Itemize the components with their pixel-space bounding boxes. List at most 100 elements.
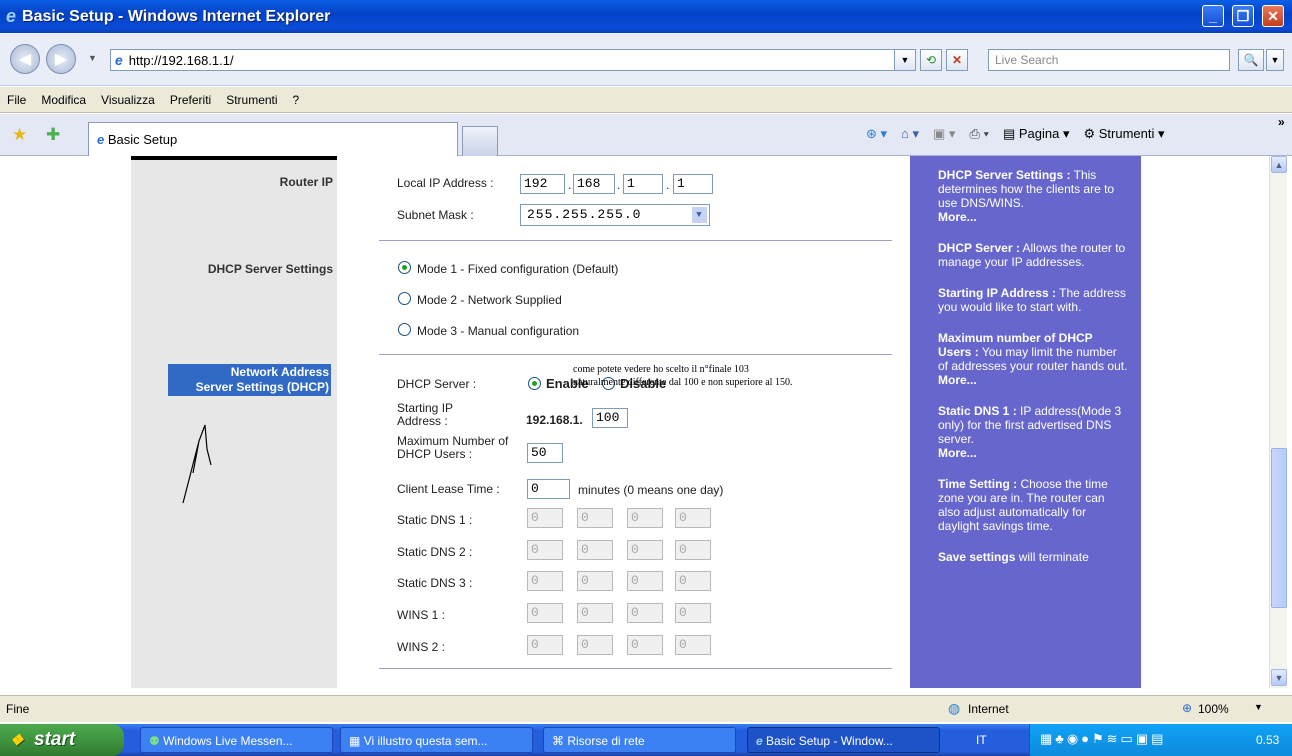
start-label: start <box>34 729 76 750</box>
history-dropdown-icon[interactable]: ▼ <box>88 53 97 63</box>
mode-2-label: Mode 2 - Network Supplied <box>417 293 562 307</box>
language-indicator[interactable]: IT <box>976 733 987 747</box>
search-input[interactable]: Live Search <box>988 49 1230 71</box>
lease-time-input[interactable]: 0 <box>527 479 570 499</box>
ip-dot: . <box>568 178 572 192</box>
wins-2-octet[interactable]: 0 <box>627 635 663 655</box>
taskbar-button-ie[interactable]: e Basic Setup - Window... <box>747 727 940 753</box>
static-dns-3-octet[interactable]: 0 <box>577 571 613 591</box>
mode-3-label: Mode 3 - Manual configuration <box>417 324 580 338</box>
zoom-level[interactable]: 100% <box>1198 702 1229 716</box>
menu-preferiti[interactable]: Preferiti <box>170 93 211 107</box>
subnet-mask-select[interactable]: 255.255.255.0 ▼ <box>520 204 710 226</box>
static-dns-2-octet[interactable]: 0 <box>577 540 613 560</box>
add-favorites-icon[interactable]: ✚ <box>46 125 60 145</box>
ip-dot: . <box>666 178 670 192</box>
wins-1-octet[interactable]: 0 <box>675 603 711 623</box>
menu-file[interactable]: File <box>7 93 26 107</box>
help-title: Time Setting : <box>938 477 1018 491</box>
taskbar: ❖ start ⚉ Windows Live Messen... ▦ Vi il… <box>0 724 1292 756</box>
local-ip-octet-1[interactable]: 192 <box>520 174 565 194</box>
static-dns-2-octet[interactable]: 0 <box>675 540 711 560</box>
help-dhcp-settings: DHCP Server Settings : This determines h… <box>938 168 1129 224</box>
local-ip-octet-2[interactable]: 168 <box>573 174 615 194</box>
zone-text: Internet <box>968 702 1009 716</box>
ip-dot: . <box>617 178 621 192</box>
menu-strumenti[interactable]: Strumenti <box>226 93 277 107</box>
forward-button[interactable]: ▶ <box>46 44 76 74</box>
minimize-button[interactable]: _ <box>1202 5 1224 27</box>
scroll-down-button[interactable]: ▼ <box>1271 669 1287 686</box>
chevron-right-icon[interactable]: » <box>1278 115 1285 129</box>
start-button[interactable]: ❖ start <box>0 724 124 756</box>
static-dns-3-octet[interactable]: 0 <box>527 571 563 591</box>
vertical-scrollbar[interactable]: ▲ ▼ <box>1269 156 1287 688</box>
static-dns-1-octet[interactable]: 0 <box>577 508 613 528</box>
tab-basic-setup[interactable]: e Basic Setup <box>88 122 458 156</box>
zoom-dropdown-icon[interactable]: ▼ <box>1254 702 1263 712</box>
home-icon[interactable]: ⌂ ▾ <box>901 126 919 142</box>
dhcp-enable-radio[interactable] <box>528 377 541 390</box>
menu-visualizza[interactable]: Visualizza <box>101 93 155 107</box>
mode-1-label: Mode 1 - Fixed configuration (Default) <box>417 262 619 276</box>
static-dns-2-octet[interactable]: 0 <box>527 540 563 560</box>
help-more-link[interactable]: More... <box>938 210 977 224</box>
wins-1-octet[interactable]: 0 <box>627 603 663 623</box>
search-button[interactable]: 🔍 <box>1238 49 1264 71</box>
taskbar-button-messenger[interactable]: ⚉ Windows Live Messen... <box>140 727 333 753</box>
close-button[interactable]: ✕ <box>1262 5 1284 27</box>
favorites-star-icon[interactable]: ★ <box>12 125 27 145</box>
static-dns-1-octet[interactable]: 0 <box>527 508 563 528</box>
local-ip-octet-3[interactable]: 1 <box>623 174 663 194</box>
divider <box>379 668 892 669</box>
scrollbar-thumb[interactable] <box>1271 448 1287 608</box>
wins-1-label: WINS 1 : <box>397 608 446 622</box>
new-tab-button[interactable] <box>462 126 498 156</box>
back-button[interactable]: ◀ <box>10 44 40 74</box>
wins-1-octet[interactable]: 0 <box>527 603 563 623</box>
dhcp-server-settings-label: DHCP Server Settings <box>207 262 333 276</box>
wins-2-octet[interactable]: 0 <box>577 635 613 655</box>
help-max-users: Maximum number of DHCP Users : You may l… <box>938 331 1129 387</box>
network-icon: ⌘ <box>552 734 564 748</box>
static-dns-3-octet[interactable]: 0 <box>627 571 663 591</box>
max-users-input[interactable]: 50 <box>527 443 563 463</box>
wins-2-octet[interactable]: 0 <box>675 635 711 655</box>
window-title: Basic Setup - Windows Internet Explorer <box>22 7 331 25</box>
local-ip-octet-4[interactable]: 1 <box>673 174 713 194</box>
address-dropdown-button[interactable]: ▼ <box>894 49 916 71</box>
lease-time-label: Client Lease Time : <box>397 482 500 496</box>
starting-ip-input[interactable]: 100 <box>592 408 628 428</box>
feeds-icon[interactable]: ⊛ ▾ <box>866 126 887 142</box>
static-dns-1-label: Static DNS 1 : <box>397 513 473 527</box>
maximize-button[interactable]: ❐ <box>1232 5 1254 27</box>
address-input[interactable]: e http://192.168.1.1/ <box>110 49 916 71</box>
help-panel: DHCP Server Settings : This determines h… <box>910 156 1141 688</box>
menu-modifica[interactable]: Modifica <box>41 93 86 107</box>
static-dns-1-octet[interactable]: 0 <box>675 508 711 528</box>
print-icon[interactable]: ⎙ ▾ <box>969 126 988 142</box>
menu-help[interactable]: ? <box>293 93 300 107</box>
page-content: Router IP DHCP Server Settings Network A… <box>7 156 1269 688</box>
wins-1-octet[interactable]: 0 <box>577 603 613 623</box>
wins-2-octet[interactable]: 0 <box>527 635 563 655</box>
help-more-link[interactable]: More... <box>938 373 977 387</box>
page-menu[interactable]: ▤ Pagina ▾ <box>1003 126 1070 142</box>
static-dns-2-octet[interactable]: 0 <box>627 540 663 560</box>
mode-2-radio[interactable] <box>398 292 411 305</box>
static-dns-1-octet[interactable]: 0 <box>627 508 663 528</box>
search-options-button[interactable]: ▼ <box>1266 49 1284 71</box>
scroll-up-button[interactable]: ▲ <box>1271 156 1287 173</box>
rss-icon[interactable]: ▣ ▾ <box>933 126 955 142</box>
mode-3-radio[interactable] <box>398 323 411 336</box>
static-dns-3-octet[interactable]: 0 <box>675 571 711 591</box>
tools-menu[interactable]: ⚙ Strumenti ▾ <box>1083 126 1164 142</box>
refresh-button[interactable]: ⟲ <box>920 49 942 71</box>
taskbar-button-document[interactable]: ▦ Vi illustro questa sem... <box>340 727 533 753</box>
help-more-link[interactable]: More... <box>938 446 977 460</box>
taskbar-button-network[interactable]: ⌘ Risorse di rete <box>543 727 736 753</box>
chevron-down-icon: ▼ <box>692 207 707 223</box>
tray-icons[interactable]: ▦♣◉●⚑≋▭▣▤ <box>1040 731 1166 747</box>
stop-button[interactable]: ✕ <box>946 49 968 71</box>
mode-1-radio[interactable] <box>398 261 411 274</box>
